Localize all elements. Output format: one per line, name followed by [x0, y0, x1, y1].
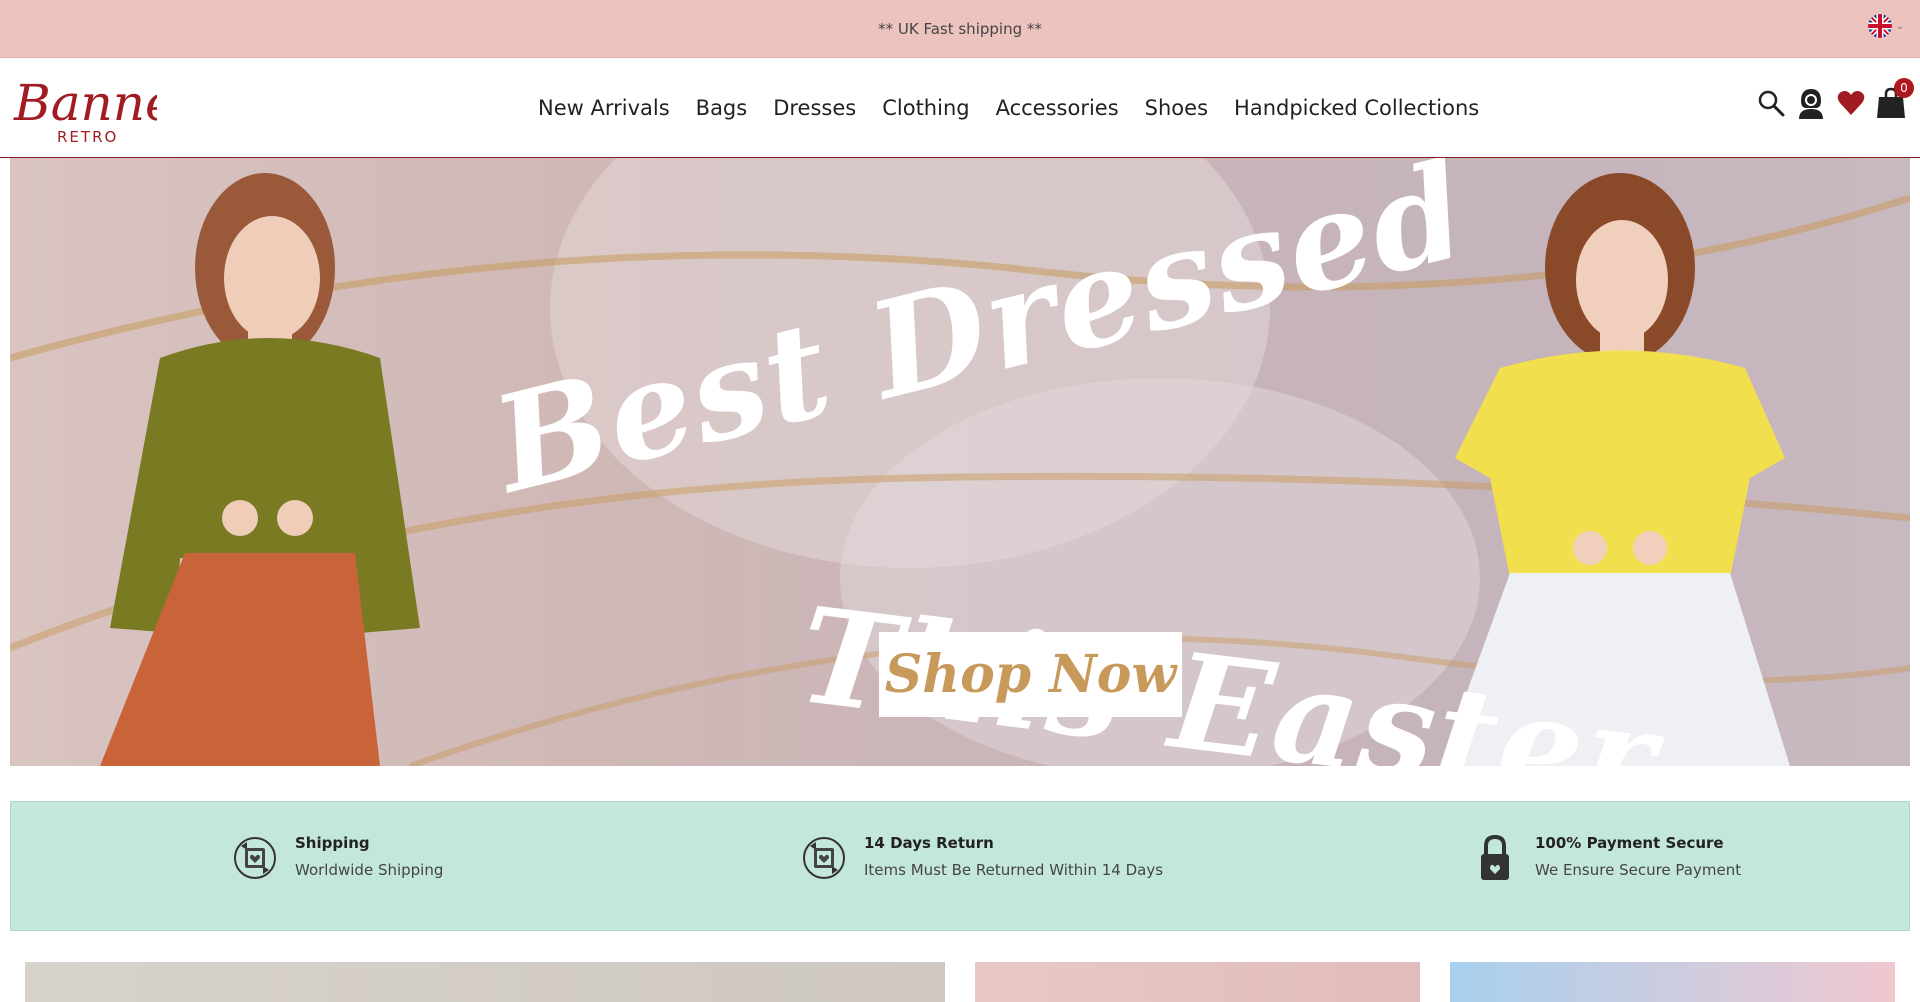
feature-desc: Worldwide Shipping [295, 861, 444, 879]
cart-button[interactable]: 0 [1876, 78, 1914, 120]
logo-sub: RETRO [57, 128, 118, 146]
nav-shoes[interactable]: Shoes [1132, 96, 1221, 120]
feature-text: 14 Days Return Items Must Be Returned Wi… [864, 832, 1163, 879]
feature-text: Shipping Worldwide Shipping [295, 832, 443, 879]
lock-icon [1481, 834, 1509, 880]
product-tile[interactable] [975, 962, 1420, 1002]
product-tile[interactable] [25, 962, 945, 1002]
heart-icon [1837, 91, 1865, 115]
model-left-figure [100, 173, 420, 766]
search-icon [1758, 90, 1785, 117]
shop-now-label: Shop Now [884, 644, 1177, 705]
shipping-icon [234, 837, 276, 879]
language-selector[interactable]: ⌄ [1867, 14, 1904, 38]
product-tile[interactable] [1450, 962, 1895, 1002]
feature-text: 100% Payment Secure We Ensure Secure Pay… [1535, 832, 1741, 879]
announcement-text: ** UK Fast shipping ** [878, 19, 1042, 38]
wishlist-button[interactable] [1836, 86, 1866, 120]
chevron-down-icon: ⌄ [1895, 20, 1904, 32]
header-icons: 0 [1756, 78, 1914, 120]
nav-handpicked-collections[interactable]: Handpicked Collections [1221, 96, 1492, 120]
nav-bags[interactable]: Bags [683, 96, 761, 120]
uk-flag-icon [1867, 14, 1892, 38]
feature-title: 14 Days Return [864, 834, 994, 852]
feature-desc: Items Must Be Returned Within 14 Days [864, 861, 1164, 879]
feature-desc: We Ensure Secure Payment [1535, 861, 1742, 879]
nav-accessories[interactable]: Accessories [983, 96, 1132, 120]
nav-dresses[interactable]: Dresses [760, 96, 869, 120]
feature-title: 100% Payment Secure [1535, 834, 1724, 852]
site-header: Banned RETRO New Arrivals Bags Dresses C… [0, 58, 1920, 158]
logo-mark: Banned RETRO [13, 74, 207, 146]
nav-new-arrivals[interactable]: New Arrivals [525, 96, 683, 120]
main-nav: New Arrivals Bags Dresses Clothing Acces… [525, 58, 1492, 158]
logo[interactable]: Banned RETRO [12, 66, 207, 146]
search-button[interactable] [1756, 86, 1786, 120]
feature-returns: 14 Days Return Items Must Be Returned Wi… [800, 832, 1163, 884]
return-icon [803, 837, 845, 879]
shop-now-button[interactable]: Shop Now [879, 632, 1182, 717]
feature-shipping: Shipping Worldwide Shipping [231, 832, 443, 884]
features-strip: Shipping Worldwide Shipping 14 Days Retu… [10, 801, 1910, 931]
feature-title: Shipping [295, 834, 370, 852]
feature-secure-payment: 100% Payment Secure We Ensure Secure Pay… [1471, 832, 1741, 884]
hero-banner[interactable]: Best Dressed This Easter Shop Now [10, 158, 1910, 766]
nav-clothing[interactable]: Clothing [869, 96, 982, 120]
announcement-bar: ** UK Fast shipping ** ⌄ [0, 0, 1920, 58]
cart-count-badge: 0 [1894, 78, 1914, 98]
account-icon [1799, 89, 1823, 119]
logo-main: Banned [13, 74, 157, 132]
account-button[interactable] [1796, 86, 1826, 120]
